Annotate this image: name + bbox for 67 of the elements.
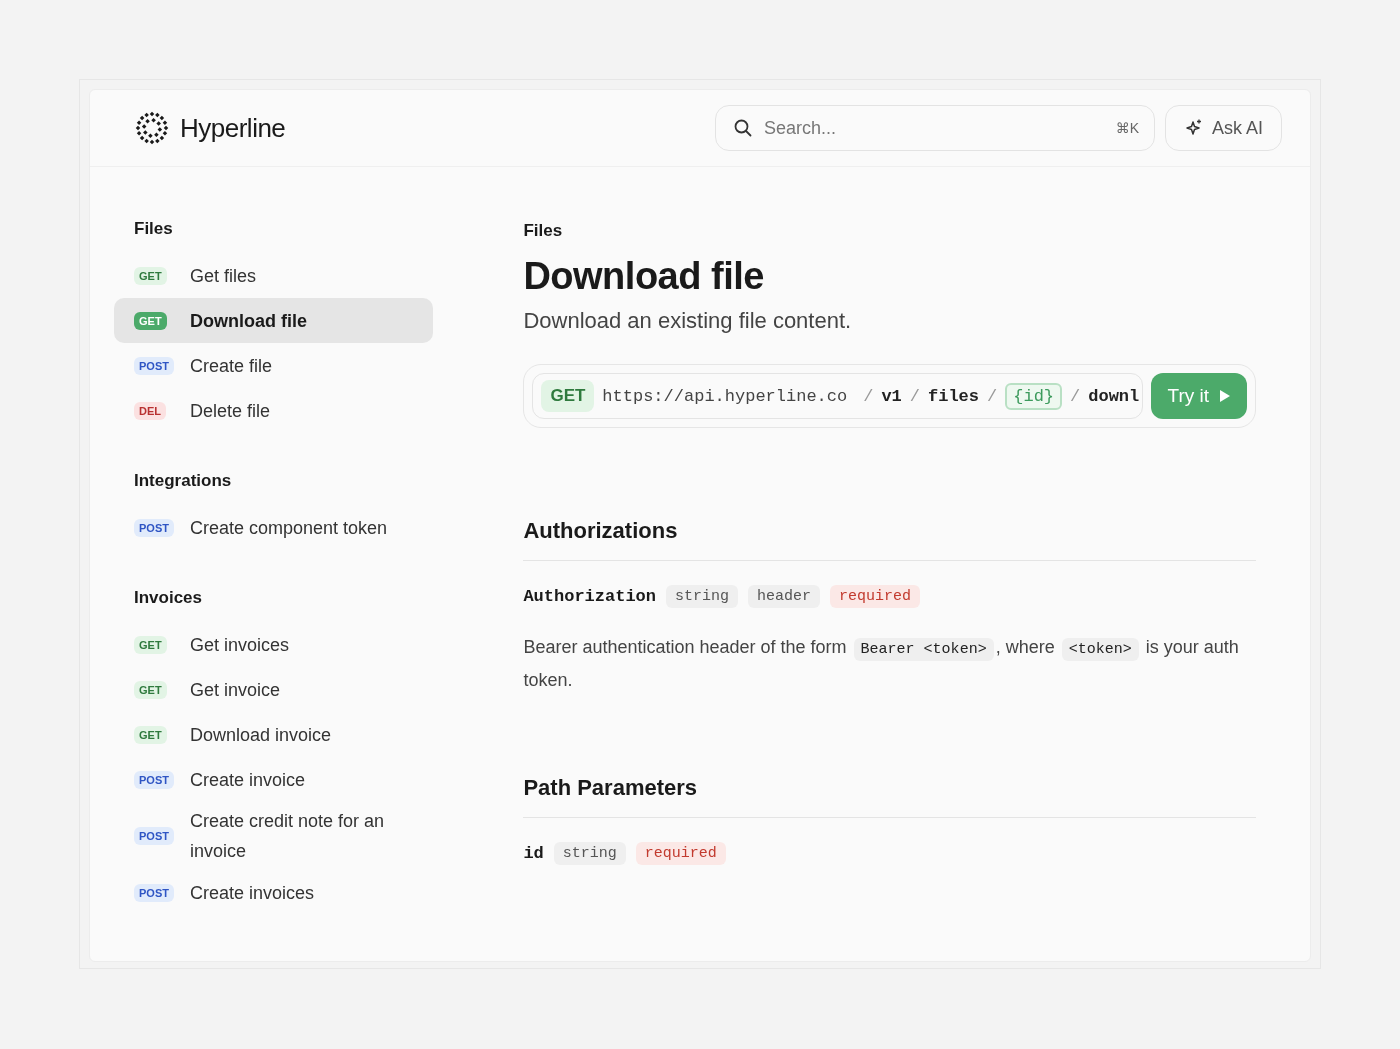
section-label: Files [523,221,564,241]
nav-item[interactable]: POST Create invoices [114,870,434,915]
method-badge: GET [134,635,167,654]
page-title: Download file [523,255,765,298]
method-badge: POST [134,356,174,375]
method-badge: DEL [134,401,166,420]
nav-item-label: Delete file [190,399,271,423]
field-name: Authorization [523,587,657,606]
url-field[interactable]: GET https://api.hyperline.co / v1 / files / {id} / downl [532,373,1144,419]
path-text: downl [1088,386,1140,406]
method-badge: GET [134,311,167,330]
path-separator: / [863,386,874,406]
path-separator: / [909,386,920,406]
nav-item[interactable]: POST Create credit note for an invoice [114,802,434,870]
nav-item-label: Get invoice [190,678,281,702]
section-heading: Path Parameters [523,775,1256,818]
nav-item[interactable]: GET Get invoice [114,667,434,712]
brand-name: Hyperline [180,112,286,144]
method-badge: GET [134,680,167,699]
nav-item-label: Create file [190,354,273,378]
method-badge: GET [134,725,167,744]
path-parameter-chip: {id} [1005,382,1063,410]
shortcut-hint: ⌘K [1115,120,1139,136]
nav-item[interactable]: GET Download file [114,298,434,343]
field-description: Bearer authentication header of the form Bearer <token> , where <token> is your auth token. [523,636,1240,692]
location-tag: header [748,585,821,608]
nav-group-title: Files [133,219,174,239]
method-badge: POST [134,770,174,789]
nav-group-title: Invoices [133,588,204,608]
ask-ai-button[interactable]: Ask AI [1164,105,1282,151]
nav-group-title: Integrations [133,471,233,491]
nav-item[interactable]: DEL Delete file [114,388,434,433]
page-description: Download an existing file content. [523,308,853,334]
sparkle-icon [1183,118,1204,138]
nav-item[interactable]: POST Create file [114,343,434,388]
path-text: v1 [881,386,902,406]
nav-item-label: Get files [190,264,257,288]
path-text: files [928,386,980,406]
nav-item-label: Download file [190,309,307,333]
required-tag: required [830,585,921,608]
method-badge: POST [134,518,174,537]
method-badge: GET [541,380,595,412]
section-heading: Authorizations [523,518,1256,561]
nav-item-label: Download invoice [190,723,332,747]
nav-item-label: Create credit note for an invoice [190,810,386,863]
type-tag: string [666,585,739,608]
required-tag: required [635,842,726,865]
path-separator: / [1070,386,1081,406]
nav-item-label: Create invoice [190,768,306,792]
nav-item-label: Create invoices [190,881,315,905]
method-badge: POST [134,883,174,902]
path-separator: / [987,386,998,406]
nav-item-label: Create component token [190,516,388,540]
nav-item-label: Get invoices [190,633,290,657]
field-name: id [523,844,544,863]
nav-item[interactable]: GET Get files [114,253,434,298]
play-icon [1219,389,1231,403]
logo-icon [134,110,170,146]
nav-item[interactable]: POST Create component token [114,505,434,550]
method-badge: GET [134,266,167,285]
base-url-selector[interactable]: https://api.hyperline.co [602,386,848,406]
type-tag: string [553,842,626,865]
method-badge: POST [134,827,174,845]
nav-item[interactable]: GET Download invoice [114,712,434,757]
search-icon [732,118,753,138]
nav-item[interactable]: POST Create invoice [114,757,434,802]
nav-item[interactable]: GET Get invoices [114,622,434,667]
